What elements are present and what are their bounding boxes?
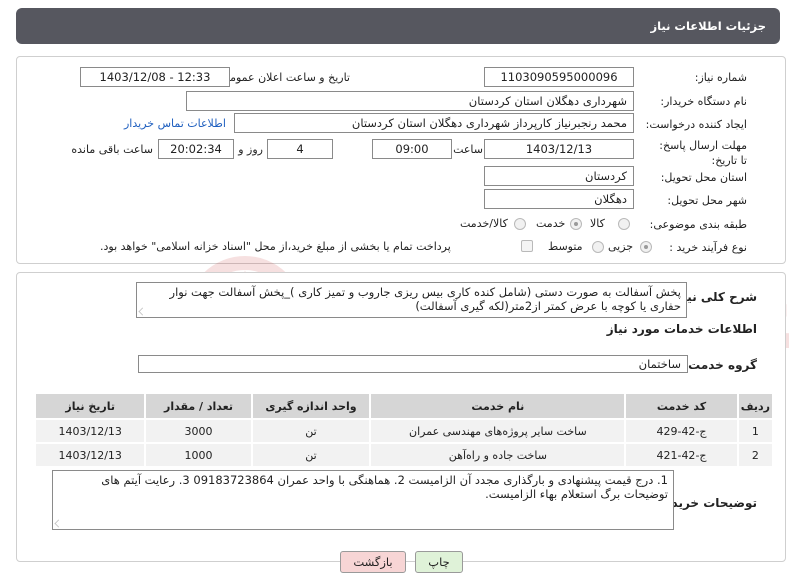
buyer-org-field: شهرداری دهگلان استان کردستان: [186, 91, 634, 111]
treasury-payment-note: پرداخت تمام یا بخشی از مبلغ خرید،از محل …: [100, 240, 451, 253]
col-header-quantity: تعداد / مقدار: [144, 392, 253, 420]
deadline-label: مهلت ارسال پاسخ: تا تاریخ:: [659, 139, 747, 167]
province-field: کردستان: [484, 166, 634, 186]
page-header: جزئیات اطلاعات نیاز: [16, 8, 780, 44]
need-number-label: شماره نیاز:: [694, 71, 747, 84]
resize-handle[interactable]: [138, 307, 147, 316]
remaining-days-field: 4: [267, 139, 333, 159]
category-radio-service[interactable]: [570, 218, 582, 230]
province-label: استان محل تحویل:: [660, 171, 747, 184]
city-label: شهر محل تحویل:: [667, 194, 747, 207]
cell-quantity: 1000: [144, 442, 253, 468]
process-option-medium: متوسط: [548, 240, 583, 253]
need-number-field: 1103090595000096: [484, 67, 634, 87]
buyer-notes-field: 1. درج قیمت پیشنهادی و بارگذاری مجدد آن …: [52, 470, 674, 530]
cell-unit: تن: [250, 442, 372, 468]
summary-field: پخش آسفالت به صورت دستی (شامل کنده کاری …: [136, 282, 687, 318]
col-header-service-code: کد خدمت: [624, 392, 739, 420]
remaining-label: ساعت باقی مانده: [71, 143, 153, 156]
buyer-org-label: نام دستگاه خریدار:: [660, 95, 747, 108]
deadline-date-field: 1403/12/13: [484, 139, 634, 159]
category-option-goods-service: کالا/خدمت: [460, 217, 508, 230]
cell-service-name: ساخت سایر پروژه‌های مهندسی عمران: [369, 418, 627, 444]
cell-row-number: 1: [736, 418, 775, 444]
process-radio-medium[interactable]: [592, 241, 604, 253]
cell-need-date: 1403/12/13: [33, 418, 147, 444]
back-button[interactable]: بازگشت: [340, 551, 406, 573]
treasury-payment-checkbox[interactable]: [521, 240, 533, 252]
table-row: 1 ج-42-429 ساخت سایر پروژه‌های مهندسی عم…: [33, 418, 775, 444]
summary-text: پخش آسفالت به صورت دستی (شامل کنده کاری …: [169, 285, 681, 313]
buyer-contact-link[interactable]: اطلاعات تماس خریدار: [124, 117, 226, 130]
cell-need-date: 1403/12/13: [33, 442, 147, 468]
announce-label: تاریخ و ساعت اعلان عمومی:: [217, 71, 350, 84]
remaining-time-field: 20:02:34: [158, 139, 234, 159]
deadline-time-label: ساعت: [453, 143, 483, 156]
process-option-minor: جزیی: [608, 240, 634, 253]
service-group-field: ساختمان: [138, 355, 688, 373]
cell-row-number: 2: [736, 442, 775, 468]
category-label: طبقه بندی موضوعی:: [649, 218, 747, 231]
col-header-row-number: ردیف: [736, 392, 775, 420]
back-button-label: بازگشت: [353, 555, 393, 569]
page-title: جزئیات اطلاعات نیاز: [650, 19, 766, 33]
deadline-time-field: 09:00: [372, 139, 452, 159]
cell-service-name: ساخت جاده و راه‌آهن: [369, 442, 627, 468]
services-heading: اطلاعات خدمات مورد نیاز: [606, 322, 757, 336]
col-header-unit: واحد اندازه گیری: [250, 392, 372, 420]
resize-handle[interactable]: [54, 519, 63, 528]
cell-service-code: ج-42-421: [624, 442, 739, 468]
category-radio-goods[interactable]: [618, 218, 630, 230]
city-field: دهگلان: [484, 189, 634, 209]
cell-service-code: ج-42-429: [624, 418, 739, 444]
requester-field: محمد رنجبرنیاز کارپرداز شهرداری دهگلان ا…: [234, 113, 634, 133]
category-option-goods: کالا: [590, 217, 605, 230]
announce-datetime-field: 1403/12/08 - 12:33: [80, 67, 230, 87]
col-header-need-date: تاریخ نیاز: [33, 392, 147, 420]
print-button[interactable]: چاپ: [415, 551, 463, 573]
category-radio-goods-service[interactable]: [514, 218, 526, 230]
category-option-service: خدمت: [536, 217, 566, 230]
buyer-notes-text: 1. درج قیمت پیشنهادی و بارگذاری مجدد آن …: [101, 473, 668, 501]
process-radio-minor[interactable]: [640, 241, 652, 253]
services-table: ردیف کد خدمت نام خدمت واحد اندازه گیری ت…: [33, 392, 775, 468]
days-label: روز و: [238, 143, 263, 156]
service-group-label: گروه خدمت:: [683, 358, 757, 372]
requester-label: ایجاد کننده درخواست:: [645, 118, 747, 131]
process-label: نوع فرآیند خرید :: [669, 241, 747, 254]
print-button-label: چاپ: [428, 555, 450, 569]
cell-quantity: 3000: [144, 418, 253, 444]
table-header-row: ردیف کد خدمت نام خدمت واحد اندازه گیری ت…: [33, 392, 775, 420]
cell-unit: تن: [250, 418, 372, 444]
col-header-service-name: نام خدمت: [369, 392, 627, 420]
table-row: 2 ج-42-421 ساخت جاده و راه‌آهن تن 1000 1…: [33, 442, 775, 468]
